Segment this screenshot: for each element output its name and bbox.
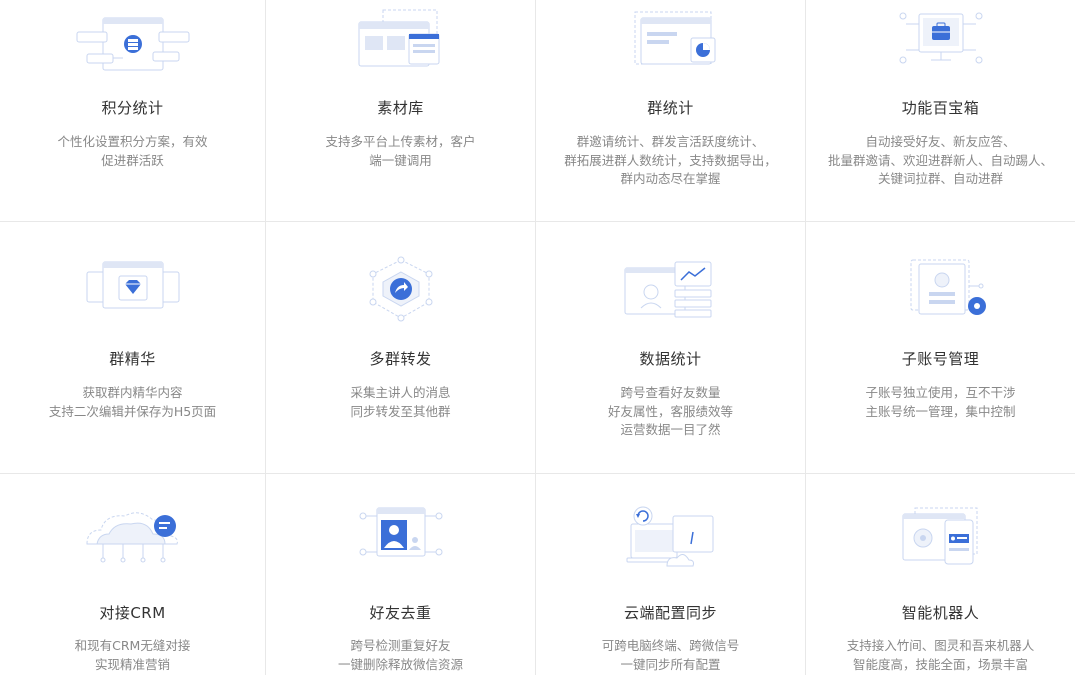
feature-description: 子账号独立使用，互不干涉 主账号统一管理，集中控制: [822, 384, 1059, 421]
feature-description: 和现有CRM无缝对接 实现精准营销: [16, 637, 249, 674]
robot-icon: [902, 507, 977, 565]
description-line: 同步转发至其他群: [350, 403, 451, 419]
feature-description: 个性化设置积分方案，有效 促进群活跃: [16, 133, 249, 170]
feature-description: 采集主讲人的消息 同步转发至其他群: [282, 384, 519, 421]
description-line: 群邀请统计、群发言活跃度统计、: [576, 134, 765, 149]
feature-title: 数据统计: [639, 350, 702, 368]
feature-title: 子账号管理: [901, 350, 980, 368]
description-line: 跨号检测重复好友: [350, 638, 451, 653]
description-line: 可跨电脑终端、跨微信号: [601, 638, 740, 653]
feature-card-multi-forward[interactable]: 多群转发 采集主讲人的消息 同步转发至其他群: [266, 222, 536, 474]
description-line: 促进群活跃: [101, 152, 164, 168]
description-line: 主账号统一管理，集中控制: [865, 403, 1016, 419]
feature-card-sub-account[interactable]: 子账号管理 子账号独立使用，互不干涉 主账号统一管理，集中控制: [806, 222, 1075, 474]
feature-card-group-stats[interactable]: 群统计 群邀请统计、群发言活跃度统计、 群拓展进群人数统计，支持数据导出， 群内…: [536, 0, 806, 222]
feature-title: 群统计: [647, 99, 694, 117]
description-line: 支持接入竹间、图灵和吾来机器人: [846, 638, 1035, 653]
feature-title: 功能百宝箱: [901, 99, 980, 117]
description-line: 运营数据一目了然: [620, 422, 721, 437]
feature-card-toolbox[interactable]: 功能百宝箱 自动接受好友、新友应答、 批量群邀请、欢迎进群新人、自动踢人、 关键…: [806, 0, 1075, 222]
description-line: 智能度高，技能全面，场景丰富: [852, 656, 1028, 672]
feature-title: 积分统计: [101, 99, 164, 117]
description-line: 自动接受好友、新友应答、: [865, 134, 1016, 149]
description-line: 关键词拉群、自动进群: [877, 171, 1003, 186]
description-line: 群拓展进群人数统计，支持数据导出，: [564, 152, 777, 168]
feature-card-group-essence[interactable]: 群精华 获取群内精华内容 支持二次编辑并保存为H5页面: [0, 222, 266, 474]
description-line: 跨号查看好友数量: [620, 385, 721, 400]
description-line: 支持多平台上传素材，客户: [325, 134, 476, 149]
toolbox-icon: [899, 12, 982, 64]
description-line: 一键同步所有配置: [620, 656, 721, 672]
feature-title: 素材库: [377, 99, 424, 117]
description-line: 支持二次编辑并保存为H5页面: [48, 403, 217, 419]
data-stats-icon: [624, 261, 711, 318]
feature-card-robot[interactable]: 智能机器人 支持接入竹间、图灵和吾来机器人 智能度高，技能全面，场景丰富: [806, 474, 1075, 675]
feature-card-data-stats[interactable]: 数据统计 跨号查看好友数量 好友属性，客服绩效等 运营数据一目了然: [536, 222, 806, 474]
forward-icon: [369, 256, 432, 322]
feature-card-dedupe[interactable]: 好友去重 跨号检测重复好友 一键删除释放微信资源: [266, 474, 536, 675]
feature-description: 自动接受好友、新友应答、 批量群邀请、欢迎进群新人、自动踢人、 关键词拉群、自动…: [822, 133, 1059, 189]
feature-title: 好友去重: [369, 604, 432, 622]
cloud-sync-icon: [626, 506, 713, 567]
feature-card-crm[interactable]: 对接CRM 和现有CRM无缝对接 实现精准营销: [0, 474, 266, 675]
description-line: 和现有CRM无缝对接: [74, 638, 191, 653]
description-line: 采集主讲人的消息: [350, 385, 451, 400]
description-line: 一键删除释放微信资源: [337, 656, 463, 672]
feature-card-points-stats[interactable]: 积分统计 个性化设置积分方案，有效 促进群活跃: [0, 0, 266, 222]
crm-cloud-icon: [85, 512, 178, 563]
group-stats-icon: [634, 11, 715, 65]
dedupe-user-icon: [359, 507, 442, 557]
feature-title: 智能机器人: [901, 604, 980, 622]
description-line: 获取群内精华内容: [82, 385, 183, 400]
feature-title: 群精华: [109, 350, 156, 368]
description-line: 子账号独立使用，互不干涉: [865, 385, 1016, 400]
feature-description: 跨号查看好友数量 好友属性，客服绩效等 运营数据一目了然: [552, 384, 789, 440]
material-library-icon: [358, 9, 439, 67]
feature-description: 获取群内精华内容 支持二次编辑并保存为H5页面: [16, 384, 249, 421]
feature-grid: 积分统计 个性化设置积分方案，有效 促进群活跃 素材库 支持多平台上传素材，客户…: [0, 0, 1075, 675]
feature-title: 云端配置同步: [623, 604, 717, 622]
feature-card-cloud-sync[interactable]: 云端配置同步 可跨电脑终端、跨微信号 一键同步所有配置: [536, 474, 806, 675]
description-line: 个性化设置积分方案，有效: [57, 134, 208, 149]
description-line: 实现精准营销: [94, 656, 170, 672]
sub-account-icon: [910, 259, 986, 315]
description-line: 端一键调用: [369, 152, 432, 168]
feature-description: 可跨电脑终端、跨微信号 一键同步所有配置: [552, 637, 789, 674]
feature-description: 跨号检测重复好友 一键删除释放微信资源: [282, 637, 519, 674]
points-stats-icon: [76, 17, 189, 71]
feature-title: 多群转发: [369, 350, 432, 368]
feature-description: 支持接入竹间、图灵和吾来机器人 智能度高，技能全面，场景丰富: [822, 637, 1059, 674]
feature-description: 支持多平台上传素材，客户 端一键调用: [282, 133, 519, 170]
description-line: 群内动态尽在掌握: [620, 171, 721, 186]
description-line: 批量群邀请、欢迎进群新人、自动踢人、: [827, 152, 1053, 168]
feature-card-material-library[interactable]: 素材库 支持多平台上传素材，客户 端一键调用: [266, 0, 536, 222]
feature-description: 群邀请统计、群发言活跃度统计、 群拓展进群人数统计，支持数据导出， 群内动态尽在…: [552, 133, 789, 189]
description-line: 好友属性，客服绩效等: [607, 403, 733, 419]
feature-title: 对接CRM: [99, 604, 166, 622]
diamond-icon: [86, 261, 179, 309]
